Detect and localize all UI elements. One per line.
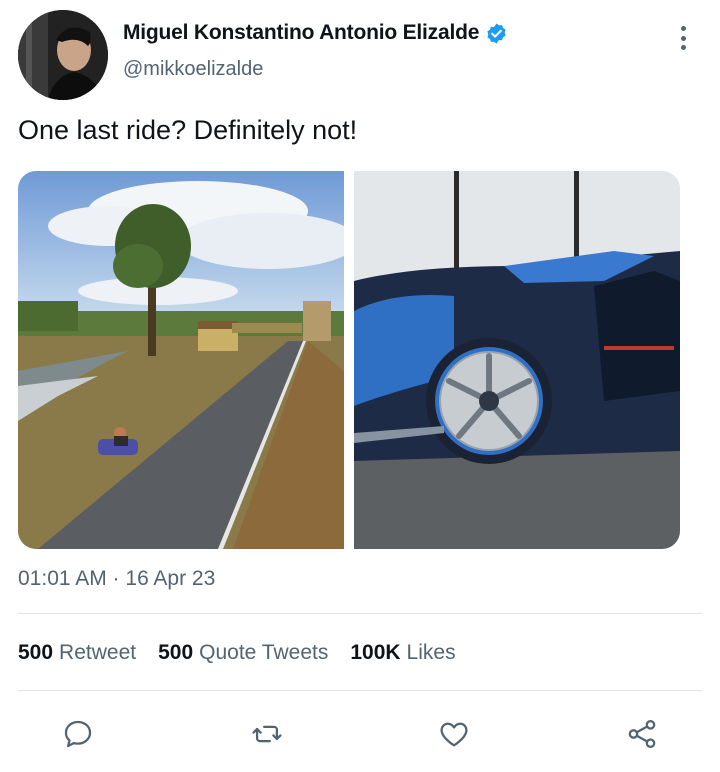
stat-retweets[interactable]: 500 Retweet [18,641,136,665]
like-icon[interactable] [436,716,472,752]
author-handle[interactable]: @mikkoelizalde [123,58,508,81]
avatar-photo [18,10,108,100]
stat-label: Quote Tweets [199,641,329,664]
stat-count: 500 [18,641,54,664]
divider [18,613,702,614]
more-dot [680,45,686,50]
more-dot [680,35,686,41]
stat-quote-tweets[interactable]: 500 Quote Tweets [158,641,328,665]
reply-icon[interactable] [60,716,96,752]
media-photo-1[interactable] [18,171,344,549]
more-dot [680,26,686,31]
stat-label: Likes [406,641,456,664]
tweet-stats: 500 Retweet 500 Quote Tweets 100K Likes [18,641,478,665]
verified-badge-icon [485,22,508,45]
retweet-icon[interactable] [249,716,285,752]
action-bar [0,716,720,752]
sports-car-image [354,171,680,549]
stat-label: Retweet [59,641,137,664]
more-options-icon[interactable] [671,22,695,54]
stat-count: 500 [158,641,194,664]
stat-count: 100K [350,641,401,664]
author-name[interactable]: Miguel Konstantino Antonio Elizalde [123,21,479,45]
tweet-timestamp[interactable]: 01:01 AM · 16 Apr 23 [18,567,215,591]
media-photo-2[interactable] [354,171,680,549]
tweet-text: One last ride? Definitely not! [18,115,358,145]
divider [18,690,702,691]
share-icon[interactable] [624,716,660,752]
media-grid [18,171,680,549]
author-name-row: Miguel Konstantino Antonio Elizalde [123,20,508,46]
stat-likes[interactable]: 100K Likes [350,641,455,665]
go-kart-track-image [18,171,344,549]
avatar[interactable] [18,10,108,100]
author-block: Miguel Konstantino Antonio Elizalde @mik… [123,20,508,81]
